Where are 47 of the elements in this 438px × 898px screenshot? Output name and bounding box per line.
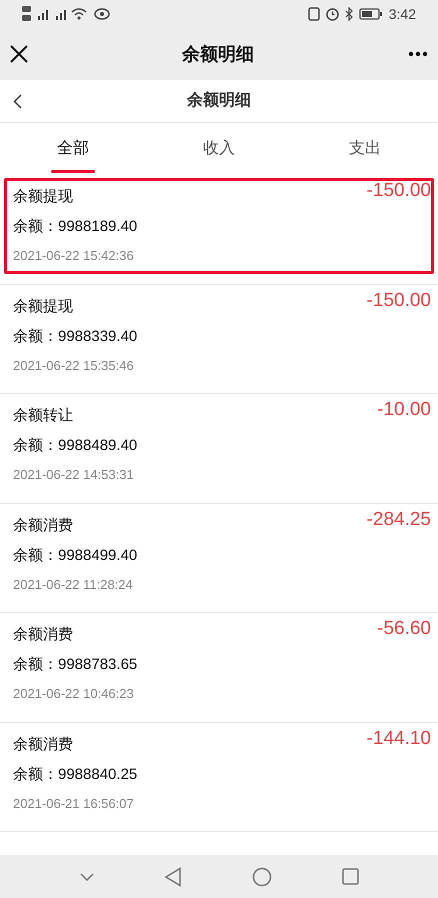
highlight-frame[interactable]: 余额提现 -150.00 余额：9988189.40 2021-06-22 15:42:36 xyxy=(4,178,434,274)
record-time: 2021-06-22 15:42:36 xyxy=(13,247,134,265)
record-card[interactable]: 余额转让 -10.00 余额：9988489.40 2021-06-22 14:53:31 xyxy=(4,397,434,493)
record-time: 2021-06-22 11:28:24 xyxy=(13,576,133,594)
record-card[interactable]: 余额提现 -150.00 余额：9988339.40 2021-06-22 15:35:46 xyxy=(4,288,434,384)
record-time: 2021-06-22 14:53:31 xyxy=(13,466,134,484)
record-balance: 余额：9988783.65 xyxy=(13,655,138,675)
section-title: 余额明细 xyxy=(187,90,251,111)
record-time: 2021-06-22 15:35:46 xyxy=(13,356,134,374)
status-time: 3:42 xyxy=(388,4,416,24)
record-amount: -150.00 xyxy=(366,179,431,203)
tab-underline xyxy=(51,170,95,173)
bluetooth-icon xyxy=(344,7,353,21)
record-title: 余额转让 xyxy=(13,406,73,426)
back-icon[interactable] xyxy=(13,94,22,108)
more-icon[interactable] xyxy=(408,51,428,57)
record-title: 余额消费 xyxy=(13,516,73,536)
record-balance: 余额：9988499.40 xyxy=(13,546,138,566)
record-card[interactable]: 余额消费 -144.10 余额：9988840.25 2021-06-21 16:56:07 xyxy=(4,726,434,822)
battery-icon xyxy=(358,8,383,20)
tab[interactable]: 全部 xyxy=(0,123,146,175)
record-title: 余额提现 xyxy=(13,187,73,207)
record-amount: -150.00 xyxy=(366,288,431,312)
record-amount: -284.25 xyxy=(366,508,431,532)
record-time: 2021-06-22 10:46:23 xyxy=(13,685,134,703)
record-balance: 余额：9988840.25 xyxy=(13,764,138,784)
tab[interactable]: 支出 xyxy=(292,123,438,175)
record-balance: 余额：9988339.40 xyxy=(13,326,138,346)
record-card[interactable]: 余额消费 -56.60 余额：9988783.65 2021-06-22 10:46:23 xyxy=(4,616,434,712)
record-title: 余额消费 xyxy=(13,625,73,645)
record-title: 余额消费 xyxy=(13,734,73,754)
record-amount: -10.00 xyxy=(377,398,431,422)
record-amount: -144.10 xyxy=(366,726,431,750)
record-balance: 余额：9988489.40 xyxy=(13,436,138,456)
record-amount: -56.60 xyxy=(377,617,431,641)
chevron-down-icon[interactable] xyxy=(80,872,94,880)
page-title: 余额明细 xyxy=(182,42,254,66)
record-balance: 余额：9988189.40 xyxy=(13,217,138,237)
record-card[interactable]: 余额消费 -284.25 余额：9988499.40 2021-06-22 11:28:24 xyxy=(4,506,434,602)
record-title: 余额提现 xyxy=(13,296,73,316)
recents-icon[interactable] xyxy=(342,868,358,885)
home-icon[interactable] xyxy=(252,866,272,886)
tab[interactable]: 收入 xyxy=(146,123,292,175)
alarm-icon xyxy=(326,8,339,20)
nfc-icon xyxy=(308,7,320,21)
record-time: 2021-06-21 16:56:07 xyxy=(13,794,134,812)
close-icon[interactable] xyxy=(10,45,28,63)
